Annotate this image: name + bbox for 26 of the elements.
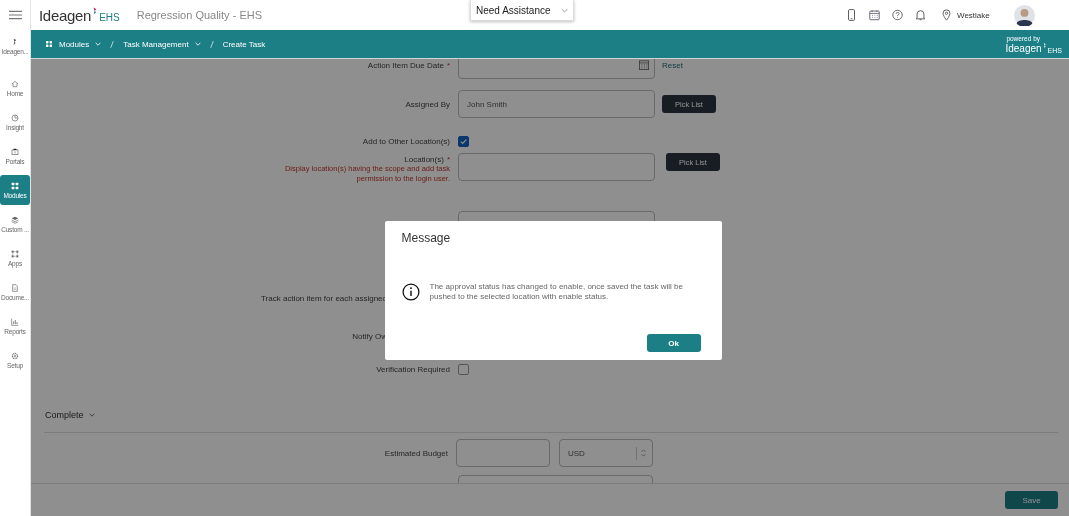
field-label: Location(s) (404, 155, 444, 164)
required-mark: * (446, 60, 450, 70)
brand-suffix: EHS (99, 12, 120, 23)
assistance-dropdown[interactable]: Need Assistance (470, 0, 574, 21)
required-mark: * (446, 155, 450, 164)
save-button[interactable]: Save (1005, 491, 1058, 509)
breadcrumb-link[interactable]: Modules (59, 39, 90, 49)
text-field[interactable]: John Smith (458, 90, 655, 118)
field-label: Estimated Budget (384, 448, 448, 458)
currency-select[interactable]: USD (559, 439, 653, 467)
ok-button[interactable]: Ok (646, 334, 701, 352)
field-label: Action Item Due Date (367, 60, 444, 70)
field-label: Assigned By (405, 99, 450, 109)
section-title[interactable]: Complete (45, 410, 84, 420)
dialog-title: Message (401, 231, 451, 245)
field-label: Track action item for each assigned (261, 293, 387, 303)
app-title: Regression Quality - EHS (136, 9, 262, 21)
breadcrumb-link[interactable]: Task Management (123, 39, 189, 49)
location-name[interactable]: Westlake (957, 10, 990, 20)
dialog-message: The approval status has changed to enable, once saved the task will be pushed to the selected location with enable status. (429, 282, 684, 302)
field-label: Add to Other Location(s) (362, 136, 450, 146)
brand-name: Ideagen (39, 7, 92, 24)
field-label: Verification Required (376, 364, 450, 374)
breadcrumb-link[interactable]: Create Task (222, 39, 266, 49)
reset-link[interactable]: Reset (662, 61, 683, 70)
brand-name: Ideagen (1005, 42, 1042, 54)
